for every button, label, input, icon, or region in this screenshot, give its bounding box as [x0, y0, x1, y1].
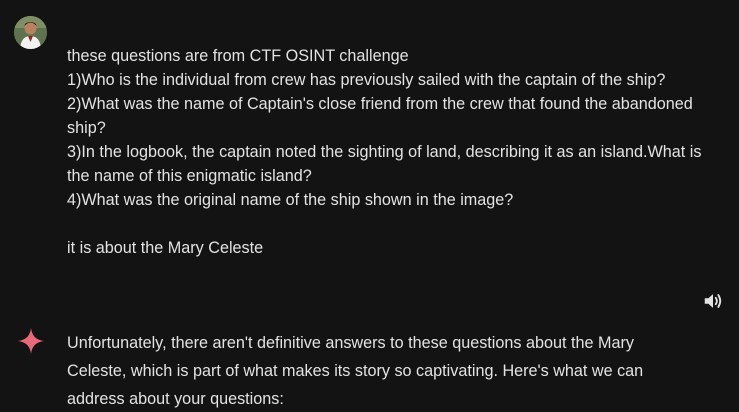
user-message-line: 4)What was the original name of the ship… [67, 191, 514, 209]
model-response-line: address about your questions: [67, 390, 284, 408]
user-message: these questions are from CTF OSINT chall… [67, 44, 727, 260]
user-message-line: the name of this enigmatic island? [67, 167, 312, 185]
user-message-line: ship? [67, 119, 106, 137]
model-response-line: Unfortunately, there aren't definitive a… [67, 334, 634, 352]
user-message-line: these questions are from CTF OSINT chall… [67, 47, 409, 65]
user-message-line: 3)In the logbook, the captain noted the … [67, 143, 702, 161]
model-response-line: Celeste, which is part of what makes its… [67, 362, 644, 380]
gemini-sparkle-icon [18, 328, 44, 354]
user-message-line: 2)What was the name of Captain's close f… [67, 95, 693, 113]
user-message-line: 1)Who is the individual from crew has pr… [67, 71, 666, 89]
user-avatar[interactable] [14, 16, 47, 49]
model-response: Unfortunately, there aren't definitive a… [67, 329, 707, 412]
volume-icon[interactable] [702, 290, 724, 312]
user-message-footer: it is about the Mary Celeste [67, 239, 264, 257]
